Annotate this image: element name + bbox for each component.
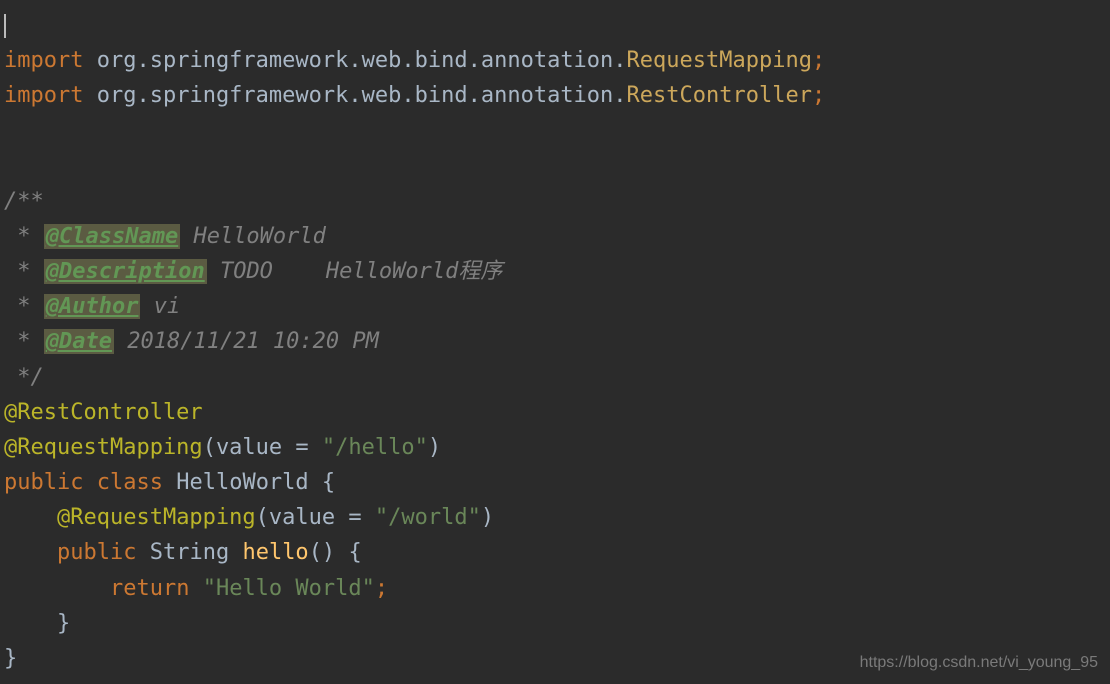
import-line: import org.springframework.web.bind.anno… [4, 78, 1110, 113]
doc-tag-date: @Date [44, 329, 114, 354]
blank-line [4, 114, 1110, 149]
imported-class: RestController [627, 83, 812, 108]
annotation-restcontroller: @RestController [4, 400, 203, 425]
javadoc-tag-line: * @ClassName HelloWorld [4, 219, 1110, 254]
param-name: value [216, 435, 282, 460]
method-annotation-line: @RequestMapping(value = "/world") [4, 500, 1110, 535]
javadoc-open: /** [4, 184, 1110, 219]
watermark: https://blog.csdn.net/vi_young_95 [860, 650, 1098, 676]
method-name: hello [242, 540, 308, 565]
close-brace: } [4, 606, 1110, 641]
javadoc-tag-line: * @Description TODO HelloWorld程序 [4, 254, 1110, 289]
keyword-public: public [4, 470, 83, 495]
class-declaration: public class HelloWorld { [4, 465, 1110, 500]
param-name: value [269, 505, 335, 530]
doc-tag-author: @Author [44, 294, 141, 319]
javadoc-tag-line: * @Date 2018/11/21 10:20 PM [4, 324, 1110, 359]
keyword-class: class [97, 470, 163, 495]
annotation-requestmapping: @RequestMapping [4, 435, 203, 460]
string-literal: "/hello" [322, 435, 428, 460]
import-line: import org.springframework.web.bind.anno… [4, 43, 1110, 78]
doc-tag-classname: @ClassName [44, 224, 180, 249]
doc-text: HelloWorld [180, 224, 326, 249]
doc-text: TODO HelloWorld程序 [207, 259, 503, 284]
keyword-public: public [57, 540, 136, 565]
package-path: org.springframework.web.bind.annotation. [97, 83, 627, 108]
doc-tag-description: @Description [44, 259, 207, 284]
string-literal: "Hello World" [203, 576, 375, 601]
blank-line [4, 149, 1110, 184]
annotation-requestmapping: @RequestMapping [57, 505, 256, 530]
keyword-import: import [4, 83, 83, 108]
keyword-return: return [110, 576, 189, 601]
imported-class: RequestMapping [627, 48, 812, 73]
doc-text: vi [140, 294, 180, 319]
string-literal: "/world" [375, 505, 481, 530]
annotation-line: @RestController [4, 395, 1110, 430]
doc-text: 2018/11/21 10:20 PM [114, 329, 379, 354]
class-name: HelloWorld [176, 470, 308, 495]
keyword-import: import [4, 48, 83, 73]
return-type: String [150, 540, 229, 565]
cursor-line [4, 8, 1110, 43]
semicolon: ; [812, 48, 825, 73]
javadoc-close: */ [4, 360, 1110, 395]
return-statement: return "Hello World"; [4, 571, 1110, 606]
package-path: org.springframework.web.bind.annotation. [97, 48, 627, 73]
annotation-line: @RequestMapping(value = "/hello") [4, 430, 1110, 465]
code-editor[interactable]: import org.springframework.web.bind.anno… [0, 8, 1110, 676]
semicolon: ; [812, 83, 825, 108]
javadoc-tag-line: * @Author vi [4, 289, 1110, 324]
method-declaration: public String hello() { [4, 535, 1110, 570]
